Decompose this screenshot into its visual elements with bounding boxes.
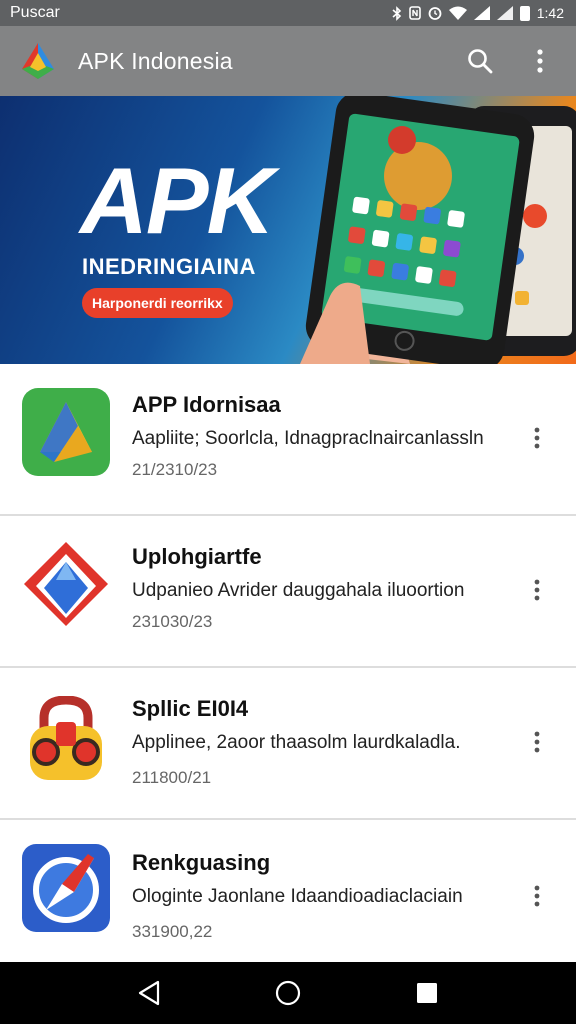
more-vert-icon [537, 49, 543, 73]
app-name: Uplohgiartfe [132, 544, 262, 569]
more-vert-icon [534, 731, 540, 753]
more-vert-icon [534, 427, 540, 449]
yellow-lock-icon [22, 695, 110, 784]
app-name: Spllic EI0I4 [132, 696, 249, 721]
battery-icon [519, 5, 530, 21]
signal-icon [473, 6, 490, 20]
status-bar: Puscar 1:42 [0, 0, 576, 26]
recents-button[interactable] [405, 971, 449, 1015]
app-description: Ologinte Jaonlane Idaandioadiaclaciain [132, 886, 463, 907]
wifi-icon [448, 6, 467, 20]
more-vert-icon [534, 579, 540, 601]
app-date: 231030/23 [132, 612, 213, 631]
promo-banner[interactable]: APK INEDRINGIAINA Harponerdi reorrikx [0, 96, 576, 364]
list-item[interactable]: APP Idornisaa Aapliite; Soorlcla, Idnagp… [0, 364, 576, 516]
home-button[interactable] [266, 971, 310, 1015]
item-menu-button[interactable] [522, 876, 552, 916]
banner-headline: APK [80, 148, 274, 253]
app-logo [20, 41, 56, 81]
item-menu-button[interactable] [522, 418, 552, 458]
app-bar: APK Indonesia [0, 26, 576, 96]
banner-subtitle: INEDRINGIAINA [82, 254, 256, 279]
back-icon [139, 980, 160, 1006]
compass-icon [22, 844, 110, 932]
clock-time: 1:42 [536, 5, 564, 21]
recents-icon [416, 983, 437, 1003]
home-icon [275, 980, 301, 1006]
app-name: APP Idornisaa [132, 392, 281, 417]
app-name: Renkguasing [132, 850, 271, 875]
back-button[interactable] [127, 971, 171, 1015]
app-date: 21/2310/23 [132, 460, 218, 479]
alarm-icon [428, 6, 442, 20]
app-list: APP Idornisaa Aapliite; Soorlcla, Idnagp… [0, 364, 576, 972]
list-item[interactable]: Renkguasing Ologinte Jaonlane Idaandioad… [0, 820, 576, 972]
overflow-menu-button[interactable] [520, 41, 560, 81]
banner-tag: Harponerdi reorrikx [82, 288, 233, 318]
navigation-bar [0, 962, 576, 1024]
search-button[interactable] [460, 41, 500, 81]
phone-illustration [300, 96, 576, 364]
list-item[interactable]: Uplohgiartfe Udpanieo Avrider dauggahala… [0, 516, 576, 668]
signal-icon-2 [496, 6, 513, 20]
app-description: Udpanieo Avrider dauggahala iluoortion [132, 580, 465, 601]
list-item[interactable]: Spllic EI0I4 Applinee, 2aoor thaasolm la… [0, 668, 576, 820]
more-vert-icon [534, 885, 540, 907]
carrier-label: Puscar [10, 4, 60, 21]
status-icons: 1:42 [392, 5, 564, 21]
nfc-icon [408, 6, 421, 20]
drive-triangle-icon [22, 388, 110, 476]
item-menu-button[interactable] [522, 722, 552, 762]
app-description: Aapliite; Soorlcla, Idnagpraclnaircanlas… [132, 428, 484, 449]
red-blue-diamond-icon [22, 540, 110, 628]
search-icon [468, 49, 493, 74]
app-description: Applinee, 2aoor thaasolm laurdkaladla. [132, 732, 461, 753]
bluetooth-icon [392, 5, 402, 21]
app-date: 211800/21 [132, 768, 212, 787]
item-menu-button[interactable] [522, 570, 552, 610]
app-title: APK Indonesia [78, 47, 233, 74]
app-date: 331900,22 [132, 922, 213, 941]
